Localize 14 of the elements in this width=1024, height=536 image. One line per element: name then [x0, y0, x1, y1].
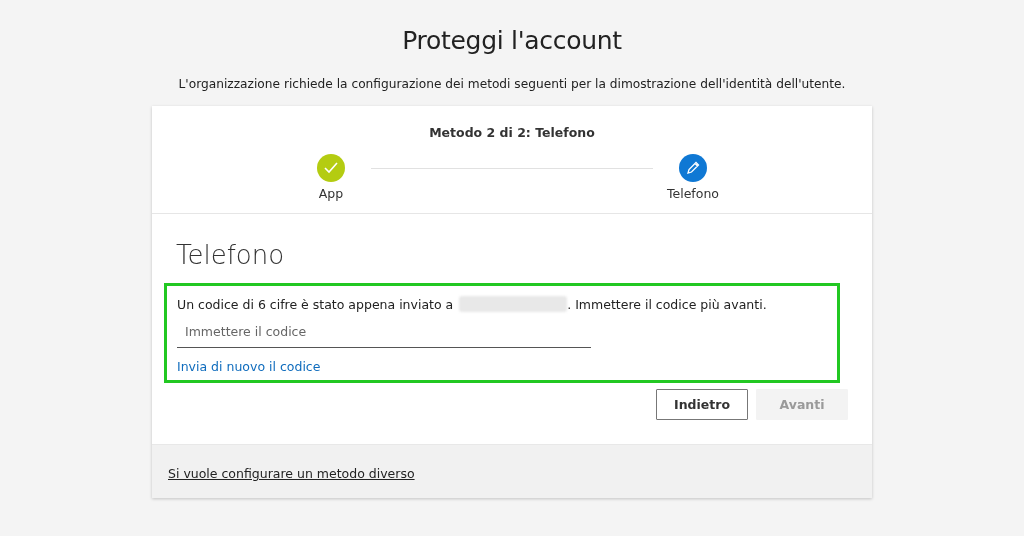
back-button[interactable]: Indietro [656, 389, 748, 420]
different-method-link[interactable]: Si vuole configurare un metodo diverso [168, 466, 415, 481]
check-icon [324, 162, 338, 174]
section-heading: Telefono [176, 240, 286, 270]
pencil-icon [686, 161, 700, 175]
step-label: App [318, 186, 344, 201]
code-input-field[interactable]: Immettere il codice [177, 320, 591, 348]
subtitle: L'organizzazione richiede la configurazione dei metodi seguenti per la dimostrazione dell'identità dell'utente. [178, 77, 846, 91]
step-caption: Metodo 2 di 2: Telefono [429, 125, 595, 140]
message-text: . Immettere il codice più avanti. [567, 296, 767, 312]
resend-code-link[interactable]: Invia di nuovo il codice [177, 359, 321, 374]
step-label: Telefono [667, 186, 719, 201]
message-text: Un codice di 6 cifre è stato appena inviato a [177, 296, 454, 312]
page-title: Proteggi l'account [402, 26, 622, 55]
